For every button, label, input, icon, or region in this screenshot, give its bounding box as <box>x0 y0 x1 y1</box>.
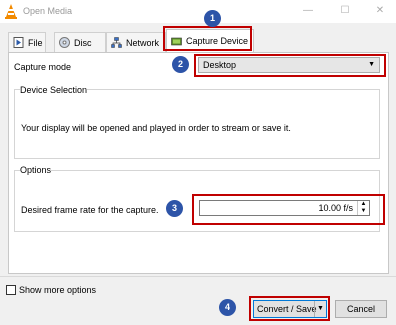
chevron-down-icon: ▼ <box>368 61 375 68</box>
device-selection-text: Your display will be opened and played i… <box>21 123 291 133</box>
vlc-cone-icon <box>5 4 17 19</box>
step-badge-4: 4 <box>219 299 236 316</box>
options-title: Options <box>20 165 52 175</box>
spin-buttons[interactable]: ▲ ▼ <box>357 201 369 215</box>
frame-rate-label: Desired frame rate for the capture. <box>21 205 159 215</box>
title-bar: Open Media — ☐ ✕ <box>0 0 396 23</box>
cancel-button[interactable]: Cancel <box>335 300 387 318</box>
convert-save-button[interactable]: Convert / Save ▼ <box>253 300 327 318</box>
tab-disc-label: Disc <box>74 37 92 48</box>
tab-file-label: File <box>28 37 43 48</box>
file-icon <box>13 37 24 48</box>
show-more-options-checkbox[interactable] <box>6 285 16 295</box>
spin-up-icon[interactable]: ▲ <box>358 201 369 208</box>
step-badge-3: 3 <box>166 200 183 217</box>
frame-rate-value: 10.00 f/s <box>318 203 353 213</box>
device-selection-title: Device Selection <box>20 85 88 95</box>
convert-save-label: Convert / Save <box>257 304 317 314</box>
step-badge-2: 2 <box>172 56 189 73</box>
show-more-options-label[interactable]: Show more options <box>19 285 96 295</box>
capture-mode-label: Capture mode <box>14 62 72 72</box>
capture-mode-select[interactable]: Desktop ▼ <box>198 57 380 73</box>
minimize-button[interactable]: — <box>300 4 316 18</box>
frame-rate-spinbox[interactable]: 10.00 f/s ▲ ▼ <box>199 200 370 216</box>
tab-network[interactable]: Network <box>106 32 166 52</box>
step-badge-1: 1 <box>204 10 221 27</box>
window-title: Open Media <box>23 6 73 16</box>
close-button[interactable]: ✕ <box>372 4 388 18</box>
tab-capture-device-label: Capture Device <box>186 36 249 46</box>
chevron-down-icon[interactable]: ▼ <box>314 301 326 317</box>
footer-divider <box>0 276 396 277</box>
tab-network-label: Network <box>126 37 160 48</box>
disc-icon <box>59 37 70 48</box>
capture-mode-value: Desktop <box>203 60 237 70</box>
tab-capture-device[interactable]: Capture Device <box>166 29 254 52</box>
capture-device-icon <box>171 37 182 45</box>
spin-down-icon[interactable]: ▼ <box>358 208 369 215</box>
tab-disc[interactable]: Disc <box>54 32 106 52</box>
network-icon <box>111 37 122 48</box>
tab-file[interactable]: File <box>8 32 46 52</box>
maximize-button[interactable]: ☐ <box>337 4 353 18</box>
